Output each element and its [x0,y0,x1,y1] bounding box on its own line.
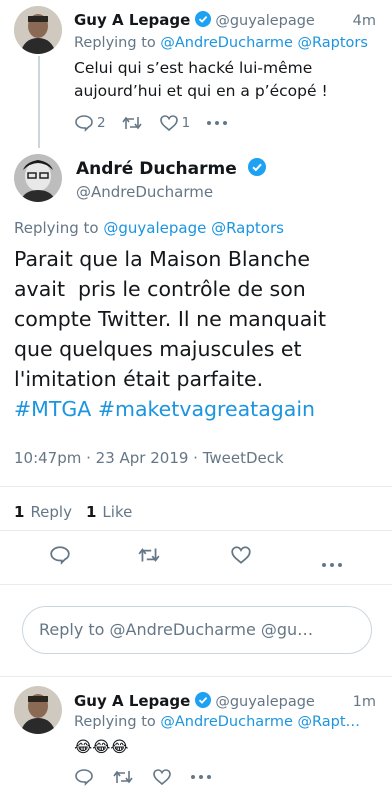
hashtag-link[interactable]: #maketvagreatagain [98,397,315,421]
verified-badge-icon [247,158,266,176]
tweet-timestamp[interactable]: 10:47pm · 23 Apr 2019 · TweetDeck [14,449,284,467]
retweet-icon [121,116,142,130]
retweet-icon [138,548,160,562]
divider [0,486,392,487]
author-handle[interactable]: @AndreDucharme [76,183,213,201]
reply-input[interactable]: Reply to @AndreDucharme @gu… [22,606,372,654]
like-stat-count: 1 [85,503,97,521]
like-button[interactable] [152,768,172,786]
tweet-text-line: Celui qui s’est hacké lui-même [74,59,313,77]
replying-to-users[interactable]: @AndreDucharme @Rapt… [160,714,360,730]
divider [0,530,392,531]
reply-stat[interactable]: 1 Reply [14,503,72,521]
replying-to-users[interactable]: @AndreDucharme @Raptors [160,35,368,51]
tweet-guy-lepage-2[interactable]: Guy A Lepage @guyalepage 1m Replying to … [0,676,392,803]
more-button[interactable] [190,774,212,780]
hashtags-line: #MTGA #maketvagreatagain [14,394,384,424]
reply-button[interactable] [49,545,71,569]
like-count: 1 [181,115,191,131]
like-stat-label: Like [102,503,133,521]
replying-to: Replying to @guyalepage @Raptors [14,219,284,237]
more-icon [322,563,342,567]
reply-icon [75,769,93,786]
tweet-text-line: aujourd’hui et qui en a p’écopé ! [74,82,328,100]
tweet-stats: 1 Reply 1 Like [14,503,132,521]
retweet-button[interactable] [112,768,134,786]
tweet-text-line: Parait que la Maison Blanche [14,247,311,271]
author-name[interactable]: Guy A Lepage [74,692,190,710]
like-button[interactable]: 1 [159,114,191,132]
reply-button[interactable] [74,768,94,786]
author-name[interactable]: Guy A Lepage [74,11,190,29]
author-name-text[interactable]: André Ducharme [76,159,237,179]
like-icon [231,546,251,564]
tweet-time[interactable]: 1m [353,694,376,710]
avatar-guyalepage[interactable] [14,6,62,54]
author-handle[interactable]: @guyalepage [215,13,352,29]
retweet-button[interactable] [137,545,161,569]
tweet-text: 😂😂😂 [74,738,129,756]
like-stat[interactable]: 1 Like [86,503,132,521]
like-icon [159,115,178,132]
author-name[interactable]: André Ducharme [76,156,270,179]
tweet-text-line: avait pris le contrôle de son [14,277,306,301]
hashtag-link[interactable]: #MTGA [14,397,91,421]
retweet-button[interactable] [121,114,143,132]
replying-to: Replying to @AndreDucharme @Rapt… [74,714,380,730]
tweet-text-line: l'imitation était parfaite. [14,367,264,391]
author-handle[interactable]: @guyalepage [215,694,352,710]
tweet-time[interactable]: 4m [353,13,376,29]
tweet-text: Celui qui s’est hacké lui-même aujourd’h… [74,57,382,103]
reply-input-placeholder: Reply to @AndreDucharme @gu… [39,620,314,639]
tweet-actions: 2 1 [74,114,228,132]
tweet-text-line: compte Twitter. Il ne manquait [14,307,327,331]
divider [0,584,392,585]
tweet-guy-lepage-1[interactable]: Guy A Lepage @guyalepage 4m Replying to … [0,0,392,150]
avatar-andreducharme[interactable] [14,154,62,202]
replying-to-prefix: Replying to [74,714,156,730]
thread-line [38,56,40,148]
verified-badge-icon [195,692,212,708]
reply-icon [75,115,93,132]
like-button[interactable] [230,545,252,569]
like-icon [153,769,171,786]
verified-badge-icon [195,11,212,27]
more-icon [207,121,228,125]
replying-to-prefix: Replying to [14,219,99,237]
replying-to: Replying to @AndreDucharme @Raptors [74,35,380,51]
main-tweet-actions [0,545,392,575]
reply-button[interactable]: 2 [74,114,106,132]
more-button[interactable] [206,120,228,126]
replying-to-users[interactable]: @guyalepage @Raptors [103,219,284,237]
reply-icon [50,546,70,565]
tweet-text: Parait que la Maison Blanche avait pris … [14,244,384,424]
tweet-actions [74,768,212,786]
more-icon [191,775,211,779]
reply-stat-label: Reply [30,503,72,521]
avatar-guyalepage[interactable] [14,686,62,734]
reply-count: 2 [97,115,106,131]
retweet-icon [113,770,133,784]
reply-stat-count: 1 [14,503,25,521]
replying-to-prefix: Replying to [74,35,156,51]
more-button[interactable] [320,553,344,572]
tweet-text-line: que quelques majuscules et [14,337,302,361]
